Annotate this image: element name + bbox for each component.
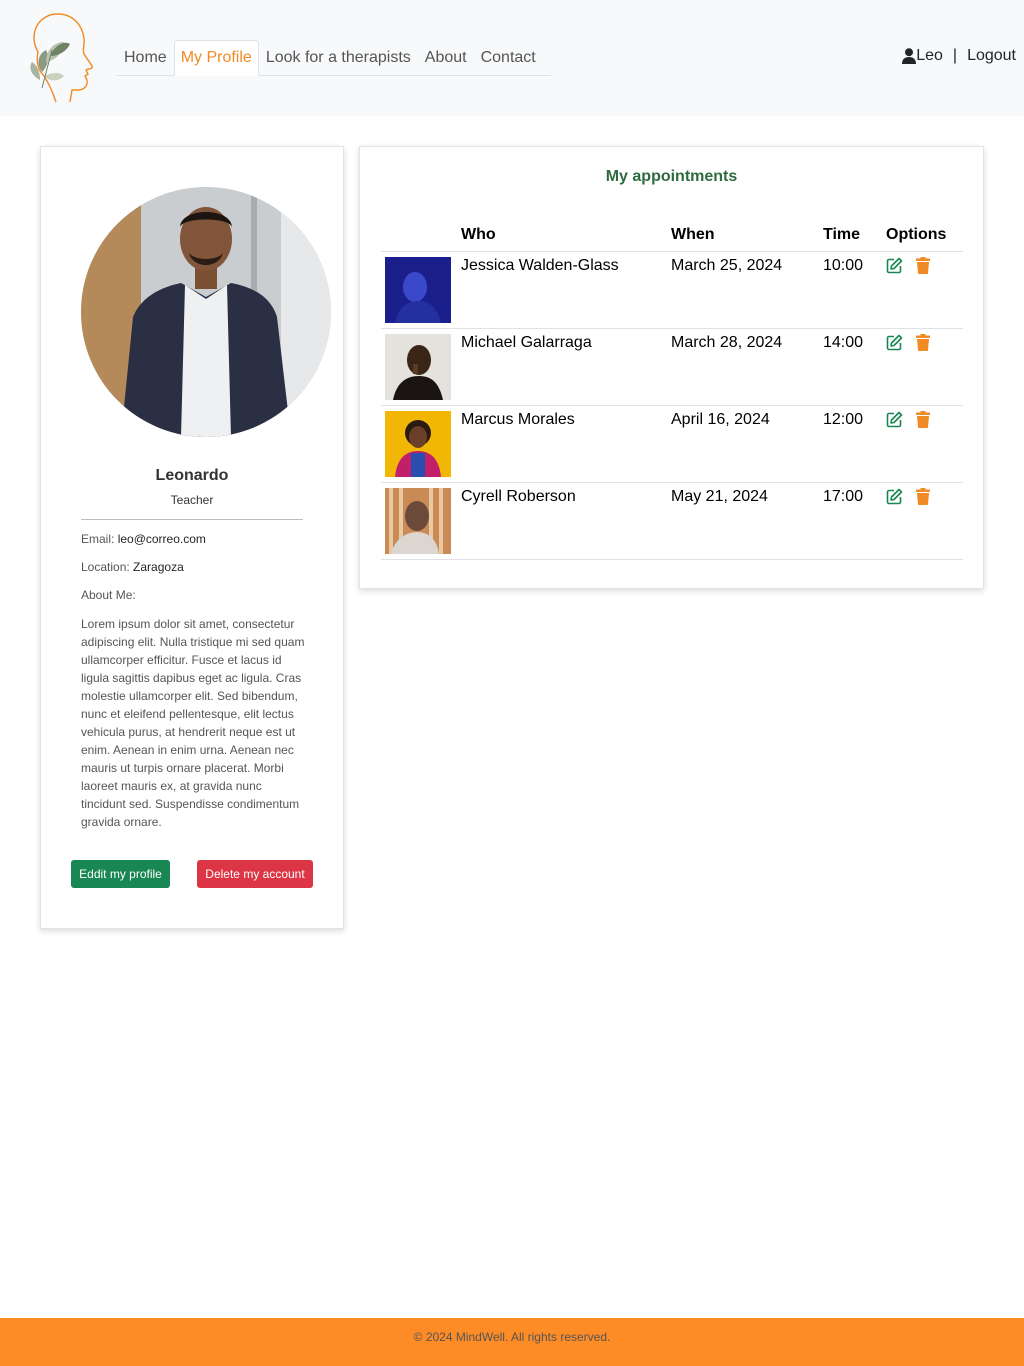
- table-row: Michael Galarraga March 28, 2024 14:00: [381, 328, 963, 406]
- avatar: [81, 187, 331, 437]
- appointments-card: My appointments Who When Time Options Je…: [359, 146, 984, 589]
- nav-home[interactable]: Home: [117, 40, 174, 76]
- edit-icon[interactable]: [886, 488, 904, 506]
- appointment-when: March 25, 2024: [667, 251, 819, 329]
- nav-look-for-therapists[interactable]: Look for a therapists: [259, 40, 418, 76]
- trash-icon[interactable]: [916, 410, 934, 429]
- logout-link[interactable]: Logout: [967, 47, 1016, 65]
- therapist-photo: [385, 410, 451, 477]
- edit-icon[interactable]: [886, 334, 904, 352]
- appointment-time: 14:00: [819, 328, 882, 406]
- edit-profile-button[interactable]: Eddit my profile: [71, 860, 170, 888]
- therapist-photo: [385, 256, 451, 323]
- main-nav: Home My Profile Look for a therapists Ab…: [117, 40, 551, 76]
- about-label: About Me:: [81, 588, 136, 602]
- profile-location: Location: Zaragoza: [81, 560, 184, 574]
- header: Home My Profile Look for a therapists Ab…: [0, 0, 1024, 116]
- user-name: Leo: [916, 47, 943, 64]
- header-when: When: [667, 219, 819, 252]
- profile-name: Leonardo: [155, 467, 229, 484]
- appointments-title: My appointments: [605, 168, 738, 185]
- table-row: Cyrell Roberson May 21, 2024 17:00: [381, 482, 963, 560]
- table-row: Marcus Morales April 16, 2024 12:00: [381, 405, 963, 483]
- appointment-who: Jessica Walden-Glass: [457, 251, 667, 329]
- header-time: Time: [819, 219, 882, 252]
- edit-icon[interactable]: [886, 411, 904, 429]
- location-label: Location:: [81, 560, 130, 574]
- trash-icon[interactable]: [916, 333, 934, 352]
- appointment-when: April 16, 2024: [667, 405, 819, 483]
- appointment-who: Cyrell Roberson: [457, 482, 667, 560]
- table-header-row: Who When Time Options: [381, 219, 963, 252]
- user-icon: [902, 48, 917, 64]
- appointment-time: 17:00: [819, 482, 882, 560]
- therapist-photo: [385, 333, 451, 400]
- logo-icon[interactable]: [22, 10, 96, 106]
- user-menu[interactable]: Leo: [902, 47, 943, 65]
- appointment-time: 10:00: [819, 251, 882, 329]
- location-value: Zaragoza: [133, 560, 184, 574]
- appointment-who: Michael Galarraga: [457, 328, 667, 406]
- trash-icon[interactable]: [916, 487, 934, 506]
- profile-divider: [81, 519, 303, 520]
- nav-contact[interactable]: Contact: [474, 40, 543, 76]
- user-bar: Leo | Logout: [902, 47, 1016, 65]
- nav-about[interactable]: About: [418, 40, 474, 76]
- footer: © 2024 MindWell. All rights reserved.: [0, 1318, 1024, 1366]
- profile-card: Leonardo Teacher Email: leo@correo.com L…: [40, 146, 344, 929]
- header-image: [381, 219, 457, 252]
- therapist-photo: [385, 487, 451, 554]
- table-row: Jessica Walden-Glass March 25, 2024 10:0…: [381, 251, 963, 329]
- nav-my-profile[interactable]: My Profile: [173, 40, 259, 76]
- appointment-time: 12:00: [819, 405, 882, 483]
- email-label: Email:: [81, 532, 115, 546]
- profile-role: Teacher: [170, 493, 214, 507]
- header-who: Who: [457, 219, 667, 252]
- appointments-table: Who When Time Options Jessica Walden-Gla…: [381, 219, 963, 560]
- appointment-when: March 28, 2024: [667, 328, 819, 406]
- delete-account-button[interactable]: Delete my account: [197, 860, 313, 888]
- header-options: Options: [882, 219, 963, 252]
- about-text: Lorem ipsum dolor sit amet, consectetur …: [81, 617, 305, 829]
- user-separator: |: [952, 47, 958, 64]
- email-value: leo@correo.com: [117, 532, 206, 546]
- edit-icon[interactable]: [886, 257, 904, 275]
- appointment-who: Marcus Morales: [457, 405, 667, 483]
- appointment-when: May 21, 2024: [667, 482, 819, 560]
- trash-icon[interactable]: [916, 256, 934, 275]
- profile-email: Email: leo@correo.com: [81, 532, 206, 546]
- footer-text: © 2024 MindWell. All rights reserved.: [413, 1330, 611, 1344]
